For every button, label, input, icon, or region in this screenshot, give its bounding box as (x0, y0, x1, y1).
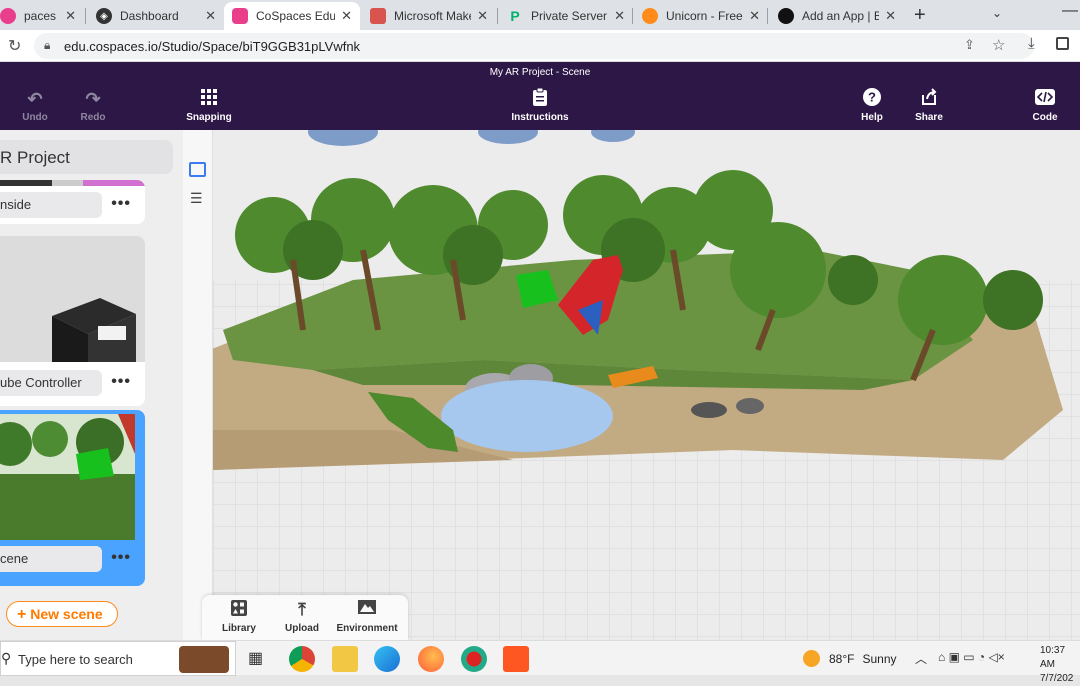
chrome-canary-icon[interactable] (461, 646, 487, 672)
list-icon[interactable]: ☰ (190, 190, 203, 207)
scene-card-selected[interactable]: cene ••• (0, 410, 145, 586)
close-tab-icon[interactable]: ✕ (885, 8, 896, 24)
address-bar: ↻ 🔒︎ edu.cospaces.io/Studio/Space/biT9GG… (0, 30, 1080, 62)
taskbar-search[interactable]: ⚲ Type here to search (0, 641, 236, 676)
dashboard-favicon-icon: ◈ (96, 8, 112, 24)
edge-icon[interactable] (374, 646, 400, 672)
app-toolbar: My AR Project - Scene ↶ Undo ↷ Redo Snap… (0, 62, 1080, 130)
side-tab-strip: ☰ (183, 130, 213, 640)
snapping-button[interactable]: Snapping (174, 88, 244, 123)
weather-widget[interactable]: 88°F Sunny (803, 650, 897, 667)
omnibox[interactable]: 🔒︎ edu.cospaces.io/Studio/Space/biT9GGB3… (34, 33, 1034, 59)
unicorn-favicon-icon (642, 8, 658, 24)
scene-label: ube Controller (0, 370, 102, 396)
brave-icon[interactable] (503, 646, 529, 672)
scene-3d-render (213, 130, 1080, 640)
image-gallery-icon[interactable] (189, 162, 206, 177)
download-icon[interactable]: ⤓ (1028, 35, 1035, 52)
chrome-icon[interactable] (289, 646, 315, 672)
chevron-up-icon[interactable]: ︿ (915, 650, 927, 667)
file-explorer-icon[interactable] (332, 646, 358, 672)
side-panel-icon[interactable] (1056, 37, 1069, 50)
minimize-icon[interactable]: — (1062, 2, 1080, 22)
cospaces-favicon-icon (232, 8, 248, 24)
share-icon (894, 88, 964, 112)
browser-tab[interactable]: paces Edu :: M ✕ (0, 2, 84, 30)
scene-thumbnail (0, 414, 135, 540)
reload-icon[interactable]: ↻ (8, 36, 21, 56)
share-page-icon[interactable]: ⇪ (964, 37, 975, 53)
sun-icon (803, 650, 820, 667)
scenes-panel: R Project nside ••• ube Controller ••• c… (0, 130, 183, 640)
close-tab-icon[interactable]: ✕ (614, 8, 625, 24)
code-button[interactable]: Code (1010, 88, 1080, 123)
new-scene-button[interactable]: + New scene (6, 601, 118, 627)
windows-taskbar: ⚲ Type here to search ▦ 88°F Sunny ︿ ⌂ ▣… (0, 640, 1080, 684)
scene-viewport[interactable] (213, 130, 1080, 640)
browser-tab[interactable]: P Private Server Pa ✕ (499, 2, 633, 30)
browser-tab[interactable]: ◈ Dashboard ✕ (88, 2, 224, 30)
share-button[interactable]: Share (894, 88, 964, 123)
library-bar: Library ⤒ Upload Environment (202, 595, 408, 640)
firefox-icon[interactable] (418, 646, 444, 672)
scene-card[interactable]: ube Controller ••• (0, 236, 145, 406)
task-view-icon[interactable]: ▦ (248, 648, 263, 668)
close-tab-icon[interactable]: ✕ (205, 8, 216, 24)
private-server-favicon-icon: P (510, 8, 520, 24)
svg-text:?: ? (868, 90, 876, 105)
url-text[interactable]: edu.cospaces.io/Studio/Space/biT9GGB31pL… (64, 39, 360, 54)
cospaces-favicon-icon (0, 8, 16, 24)
lock-icon[interactable]: 🔒︎ (44, 38, 50, 53)
tray-icons[interactable]: ⌂ ▣ ▭ ◔ ◁× (938, 650, 1005, 664)
close-tab-icon[interactable]: ✕ (477, 8, 488, 24)
new-tab-button[interactable]: + (914, 4, 926, 27)
scene-label: cene (0, 546, 102, 572)
instructions-button[interactable]: Instructions (505, 87, 575, 123)
close-tab-icon[interactable]: ✕ (65, 8, 76, 24)
scene-label: nside (0, 192, 102, 218)
search-icon: ⚲ (1, 650, 12, 666)
close-tab-icon[interactable]: ✕ (749, 8, 760, 24)
more-options-icon[interactable]: ••• (111, 195, 131, 213)
upload-button[interactable]: ⤒ Upload (267, 599, 337, 634)
library-icon (204, 599, 274, 623)
upload-icon: ⤒ (298, 600, 306, 619)
scene-card[interactable]: nside ••• (0, 180, 145, 224)
search-highlight-image (179, 646, 229, 673)
taskbar-search-placeholder: Type here to search (18, 652, 133, 667)
blackboard-favicon-icon (778, 8, 794, 24)
bookmark-star-icon[interactable]: ☆ (992, 36, 1005, 54)
scene-thumbnail (0, 180, 145, 186)
project-name[interactable]: R Project (0, 140, 173, 174)
cube-controller-thumbnail (52, 298, 136, 362)
scene-title: My AR Project - Scene (489, 67, 591, 78)
browser-tab-active[interactable]: CoSpaces Edu :: M ✕ (224, 2, 360, 30)
redo-icon: ↷ (85, 89, 101, 109)
scene-thumbnail (0, 236, 145, 362)
code-icon (1010, 88, 1080, 112)
tab-search-icon[interactable]: ⌄ (992, 6, 1002, 20)
grid-icon (174, 88, 244, 112)
jungle-scene-thumbnail (0, 414, 135, 540)
browser-tab[interactable]: Add an App | Bla ✕ (770, 2, 904, 30)
close-tab-icon[interactable]: ✕ (341, 8, 352, 24)
environment-button[interactable]: Environment (332, 599, 402, 634)
more-options-icon[interactable]: ••• (111, 549, 131, 567)
system-clock[interactable]: 10:37 AM 7/7/202 (1040, 644, 1080, 686)
clipboard-icon (505, 87, 575, 112)
browser-tab[interactable]: Microsoft MakeC ✕ (362, 2, 496, 30)
plus-icon: + (17, 606, 27, 623)
makecode-favicon-icon (370, 8, 386, 24)
library-button[interactable]: Library (204, 599, 274, 634)
environment-icon (332, 599, 402, 623)
browser-tab[interactable]: Unicorn - Free 3D ✕ (634, 2, 768, 30)
browser-tab-bar: paces Edu :: M ✕ ◈ Dashboard ✕ CoSpaces … (0, 0, 1080, 30)
more-options-icon[interactable]: ••• (111, 373, 131, 391)
redo-button[interactable]: ↷ Redo (58, 88, 128, 123)
